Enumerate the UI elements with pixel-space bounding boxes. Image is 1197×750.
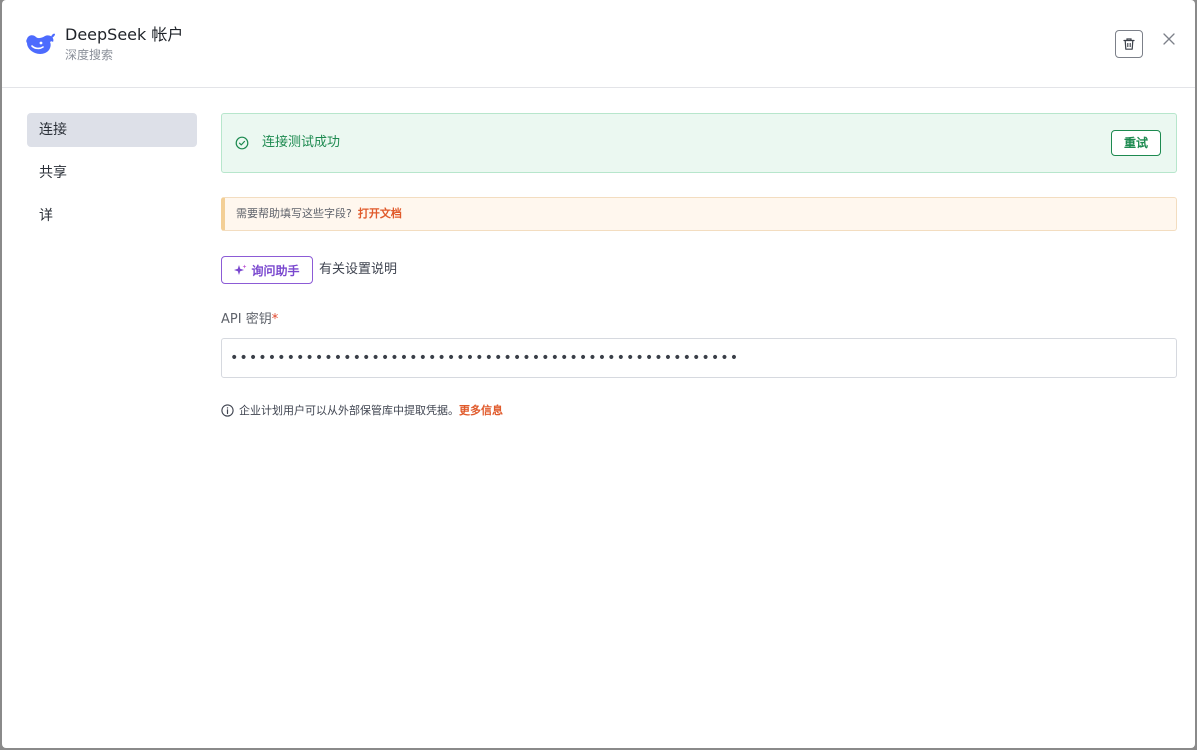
info-icon	[221, 403, 234, 417]
close-icon	[1163, 33, 1175, 45]
delete-button[interactable]	[1115, 30, 1143, 58]
api-key-label: API 密钥*	[221, 311, 1177, 329]
close-button[interactable]	[1160, 30, 1178, 48]
success-alert: 连接测试成功 重试	[221, 113, 1177, 173]
required-mark: *	[271, 312, 279, 327]
assistant-description: 有关设置说明	[319, 262, 398, 277]
success-message: 连接测试成功	[262, 135, 341, 150]
more-info-link[interactable]: 更多信息	[459, 404, 503, 417]
help-banner: 需要帮助填写这些字段? 打开文档	[221, 197, 1177, 231]
api-key-input[interactable]	[221, 338, 1177, 378]
retry-button[interactable]: 重试	[1111, 130, 1161, 156]
vault-info-text: 企业计划用户可以从外部保管库中提取凭据。	[239, 404, 459, 417]
vault-info: 企业计划用户可以从外部保管库中提取凭据。更多信息	[221, 402, 1177, 418]
settings-sidebar: 连接 共享 详	[27, 113, 197, 242]
api-key-label-text: API 密钥	[221, 312, 272, 327]
help-text: 需要帮助填写这些字段?	[236, 207, 352, 220]
account-modal: DeepSeek 帐户 深度搜索 连接 共享 详 连接测试成功 重试 需要帮助填…	[2, 0, 1195, 748]
sidebar-item-sharing[interactable]: 共享	[27, 156, 197, 190]
open-docs-link[interactable]: 打开文档	[358, 207, 402, 220]
check-circle-icon	[235, 136, 249, 150]
trash-icon	[1123, 38, 1135, 50]
ask-assistant-button[interactable]: 询问助手	[221, 256, 313, 284]
sidebar-item-details[interactable]: 详	[27, 199, 197, 233]
modal-title: DeepSeek 帐户	[65, 25, 184, 44]
sidebar-item-connection[interactable]: 连接	[27, 113, 197, 147]
modal-header: DeepSeek 帐户 深度搜索	[2, 0, 1195, 88]
connection-panel: 连接测试成功 重试 需要帮助填写这些字段? 打开文档 询问助手 有关设置说明 AP…	[221, 113, 1177, 418]
ask-assistant-label: 询问助手	[251, 263, 300, 278]
modal-subtitle: 深度搜索	[65, 48, 114, 62]
sparkle-icon	[234, 264, 247, 275]
deepseek-whale-logo	[26, 33, 55, 54]
assistant-row: 询问助手 有关设置说明	[221, 256, 1177, 284]
